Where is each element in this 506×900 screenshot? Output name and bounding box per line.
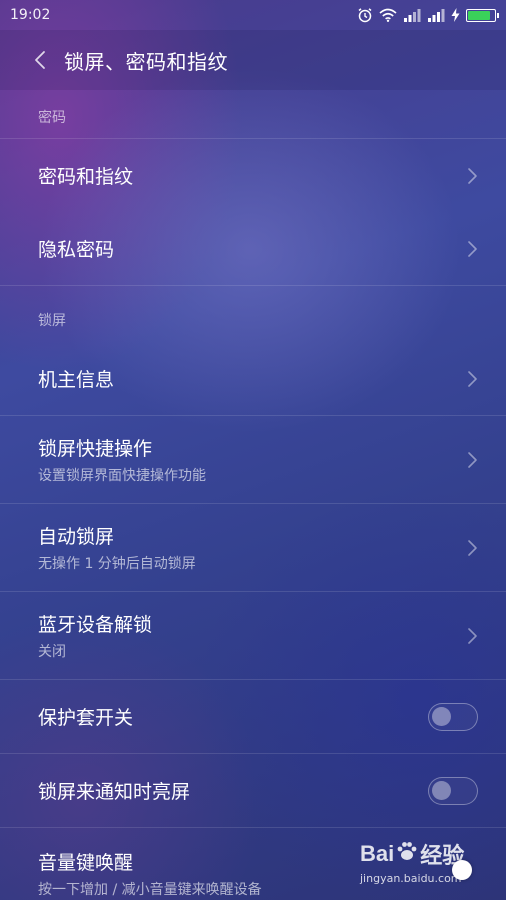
row-title: 音量键唤醒 bbox=[38, 852, 134, 874]
row-subtitle: 关闭 bbox=[38, 644, 66, 660]
chevron-left-icon bbox=[35, 51, 45, 69]
signal-icon bbox=[427, 8, 445, 22]
status-icons bbox=[357, 7, 499, 23]
toggle-knob bbox=[432, 706, 451, 726]
row-text: 自动锁屏 无操作 1 分钟后自动锁屏 bbox=[38, 522, 196, 573]
row-text: 蓝牙设备解锁 关闭 bbox=[38, 610, 152, 661]
settings-row-password-fingerprint[interactable]: 密码和指纹 bbox=[0, 139, 506, 212]
settings-row-lockscreen-shortcuts[interactable]: 锁屏快捷操作 设置锁屏界面快捷操作功能 bbox=[0, 416, 506, 503]
row-text: 音量键唤醒 按一下增加 / 减小音量键来唤醒设备 bbox=[38, 848, 262, 899]
row-text: 机主信息 bbox=[38, 365, 114, 392]
alarm-icon bbox=[357, 7, 373, 23]
chevron-right-icon bbox=[468, 167, 477, 184]
battery-icon bbox=[466, 8, 499, 22]
status-time: 19:02 bbox=[10, 7, 51, 23]
chevron-right-icon bbox=[468, 240, 477, 257]
section-header-lockscreen: 锁屏 bbox=[38, 313, 66, 329]
row-title: 机主信息 bbox=[38, 369, 115, 391]
charging-icon bbox=[451, 8, 460, 22]
settings-row-case-switch[interactable]: 保护套开关 bbox=[0, 680, 506, 753]
divider bbox=[0, 285, 506, 286]
back-button[interactable] bbox=[28, 42, 52, 78]
settings-row-owner-info[interactable]: 机主信息 bbox=[0, 342, 506, 415]
wifi-icon bbox=[379, 8, 397, 22]
row-title: 锁屏快捷操作 bbox=[38, 438, 153, 460]
row-text: 密码和指纹 bbox=[38, 162, 133, 189]
settings-row-notification-wake[interactable]: 锁屏来通知时亮屏 bbox=[0, 754, 506, 827]
row-text: 锁屏来通知时亮屏 bbox=[38, 777, 190, 804]
page-header: 锁屏、密码和指纹 bbox=[0, 30, 506, 90]
row-title: 隐私密码 bbox=[38, 239, 115, 261]
row-title: 保护套开关 bbox=[38, 707, 134, 729]
page-title: 锁屏、密码和指纹 bbox=[64, 49, 228, 74]
settings-row-bluetooth-unlock[interactable]: 蓝牙设备解锁 关闭 bbox=[0, 592, 506, 679]
row-title: 密码和指纹 bbox=[38, 166, 134, 188]
notification-wake-toggle[interactable] bbox=[428, 776, 478, 805]
row-text: 隐私密码 bbox=[38, 235, 114, 262]
watermark-url: jingyan.baidu.com bbox=[360, 872, 462, 885]
signal-icon bbox=[403, 8, 421, 22]
section-header-password: 密码 bbox=[38, 110, 66, 126]
watermark-brand-left: Bai bbox=[360, 841, 395, 866]
row-subtitle: 设置锁屏界面快捷操作功能 bbox=[38, 468, 206, 484]
chevron-right-icon bbox=[468, 627, 477, 644]
case-switch-toggle[interactable] bbox=[428, 702, 478, 731]
row-text: 保护套开关 bbox=[38, 703, 133, 730]
row-title: 锁屏来通知时亮屏 bbox=[38, 781, 191, 803]
chevron-right-icon bbox=[468, 370, 477, 387]
row-text: 锁屏快捷操作 设置锁屏界面快捷操作功能 bbox=[38, 434, 206, 485]
status-bar: 19:02 bbox=[0, 0, 506, 30]
settings-row-privacy-password[interactable]: 隐私密码 bbox=[0, 212, 506, 285]
toggle-knob bbox=[432, 780, 451, 800]
row-title: 蓝牙设备解锁 bbox=[38, 614, 153, 636]
chevron-right-icon bbox=[468, 539, 477, 556]
watermark-brand: Bai 经验 bbox=[360, 838, 464, 870]
row-subtitle: 按一下增加 / 减小音量键来唤醒设备 bbox=[38, 882, 262, 898]
settings-row-auto-lock[interactable]: 自动锁屏 无操作 1 分钟后自动锁屏 bbox=[0, 504, 506, 591]
row-title: 自动锁屏 bbox=[38, 526, 115, 548]
row-subtitle: 无操作 1 分钟后自动锁屏 bbox=[38, 556, 196, 572]
floating-dot-button[interactable] bbox=[452, 860, 472, 880]
battery-level bbox=[468, 10, 491, 20]
paw-icon bbox=[396, 840, 418, 868]
chevron-right-icon bbox=[468, 451, 477, 468]
